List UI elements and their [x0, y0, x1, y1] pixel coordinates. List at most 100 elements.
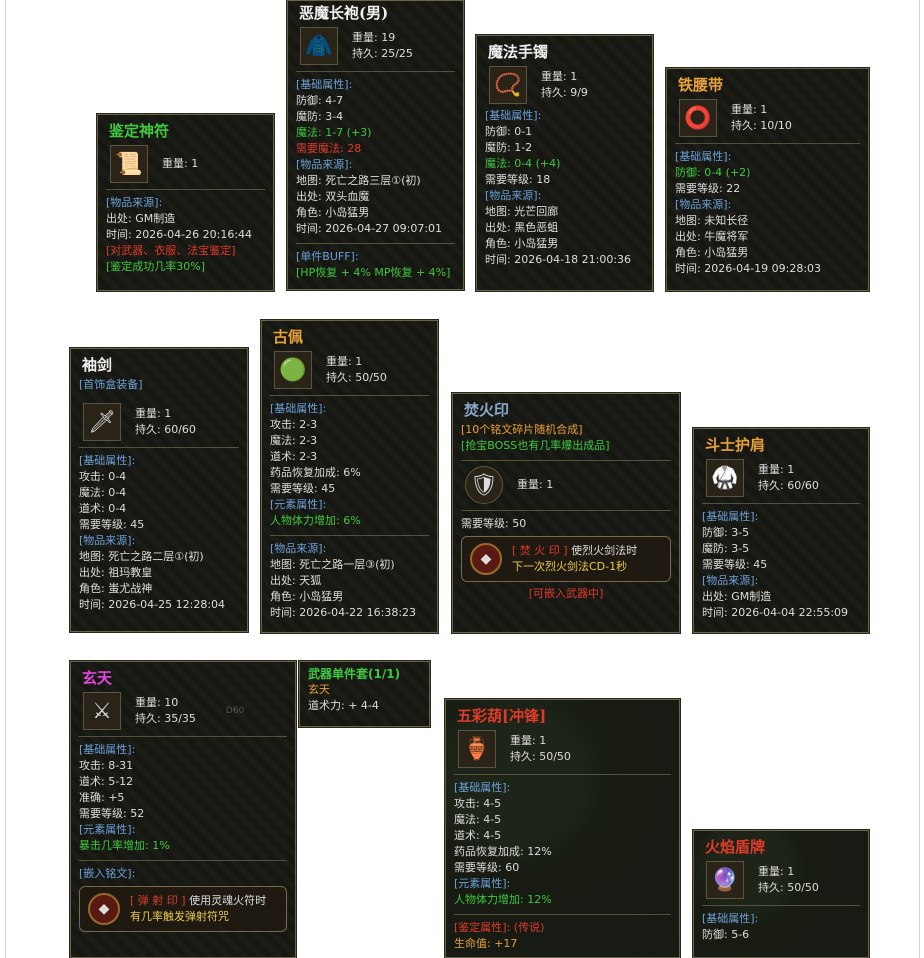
embed-note: [可嵌入武器中] — [528, 587, 604, 600]
item-title: 魔法手镯 — [488, 43, 549, 61]
base-header: [基础属性]: — [296, 78, 353, 91]
base-header: [基础属性]: — [702, 510, 759, 523]
stat-row: 防御: 5-6 — [702, 928, 750, 941]
stat-row: 攻击: 4-5 — [454, 797, 502, 810]
tooltip-doushi: 斗士护肩 🥋 重量: 1 持久: 60/60 [基础属性]: 防御: 3-5 魔… — [692, 427, 870, 634]
divider — [106, 189, 265, 190]
jade-pendant-icon: 🟢 — [274, 351, 312, 389]
durability-text: 持久: 60/60 — [758, 479, 819, 492]
stat-row: 防御: 0-4 (+2) — [675, 166, 751, 179]
weight-text: 重量: 1 — [758, 463, 795, 476]
stat-row: 药品恢复加成: 12% — [454, 845, 552, 858]
requirement-text: 需要等级: 22 — [675, 182, 741, 195]
buff-header: [单件BUFF]: — [296, 250, 359, 263]
skill-desc: 使烈火剑法时 — [571, 544, 638, 557]
weight-text: 重量: 1 — [731, 103, 768, 116]
weight-text: 重量: 1 — [326, 355, 363, 368]
element-header: [元素属性]: — [270, 498, 327, 511]
source-time: 时间: 2026-04-19 09:28:03 — [675, 262, 822, 275]
skill-box: ◆ [ 焚 火 印 ] 使烈火剑法时 下一次烈火剑法CD-1秒 — [461, 536, 671, 582]
stat-row: 魔防: 3-5 — [702, 542, 750, 555]
item-subtitle: [首饰盒装备] — [79, 378, 143, 391]
identify-header: [鉴定属性]: (传说) — [454, 921, 545, 934]
durability-text: 持久: 10/10 — [731, 119, 792, 132]
skill-name: [ 弹 射 印 ] — [130, 894, 186, 907]
divider — [675, 143, 860, 144]
base-header: [基础属性]: — [702, 912, 759, 925]
durability-text: 持久: 50/50 — [326, 371, 387, 384]
source-from: 出处: 天狐 — [270, 574, 322, 587]
source-role: 角色: 小岛猛男 — [675, 246, 749, 259]
stat-row: 魔法: 1-7 (+3) — [296, 126, 372, 139]
element-header: [元素属性]: — [79, 823, 136, 836]
divider — [296, 71, 455, 72]
talisman-icon: 📜 — [110, 145, 148, 183]
weight-text: 重量: 1 — [517, 478, 554, 491]
divider — [454, 774, 671, 775]
stat-row: 防御: 3-5 — [702, 526, 750, 539]
source-time: 时间: 2026-04-27 09:07:01 — [296, 222, 443, 235]
bounce-seal-icon: ◆ — [88, 893, 120, 925]
identify-stat: 生命值: +17 — [454, 937, 518, 950]
base-header: [基础属性]: — [485, 109, 542, 122]
stat-row: 魔法: 2-3 — [270, 434, 318, 447]
skill-name: [ 焚 火 印 ] — [512, 544, 568, 557]
stat-row: 防御: 0-1 — [485, 125, 533, 138]
sword-icon: ⚔ — [83, 692, 121, 730]
base-header: [基础属性]: — [454, 781, 511, 794]
background-label: D60 — [225, 706, 245, 716]
requirement-text: 需要等级: 50 — [461, 517, 527, 530]
source-from: 出处: 祖玛教皇 — [79, 566, 153, 579]
item-title: 焚火印 — [464, 401, 510, 419]
tooltip-jianding: 鉴定神符 📜 重量: 1 [物品来源]: 出处: GM制造 时间: 2026-0… — [96, 113, 275, 292]
gourd-icon: 🏺 — [458, 730, 496, 768]
stat-row: 攻击: 8-31 — [79, 759, 134, 772]
source-from: 出处: 黑色恶蛆 — [485, 221, 559, 234]
note-text: [对武器、衣服、法宝鉴定] — [106, 244, 236, 257]
divider — [702, 905, 860, 906]
note-text: [抢宝BOSS也有几率爆出成品] — [461, 439, 610, 452]
stat-row: 魔法: 0-4 — [79, 486, 127, 499]
element-header: [元素属性]: — [454, 877, 511, 890]
weight-text: 重量: 1 — [135, 407, 172, 420]
durability-text: 持久: 9/9 — [541, 86, 588, 99]
source-time: 时间: 2026-04-18 21:00:36 — [485, 253, 632, 266]
tooltip-emo: 恶魔长袍(男) 🧥 重量: 19 持久: 25/25 [基础属性]: 防御: 4… — [286, 0, 465, 291]
source-time: 时间: 2026-04-25 12:28:04 — [79, 598, 226, 611]
source-time: 时间: 2026-04-04 22:55:09 — [702, 606, 849, 619]
source-map: 地图: 死亡之路一层③(初) — [270, 558, 395, 571]
source-map: 地图: 未知长径 — [675, 214, 749, 227]
skill-box: ◆ [ 弹 射 印 ] 使用灵魂火符时 有几率触发弹射符咒 — [79, 886, 287, 932]
source-map: 地图: 死亡之路三层①(初) — [296, 174, 421, 187]
flame-shield-icon: 🔮 — [706, 861, 744, 899]
durability-text: 持久: 60/60 — [135, 423, 196, 436]
requirement-text: 需要等级: 18 — [485, 173, 551, 186]
divider — [79, 736, 287, 737]
source-header: [物品来源]: — [675, 198, 732, 211]
set-title: 武器单件套(1/1) — [308, 667, 401, 681]
stat-row: 魔法: 0-4 (+4) — [485, 157, 561, 170]
divider — [461, 460, 671, 461]
stat-row: 道术: 4-5 — [454, 829, 502, 842]
rune-seal-icon: 🛡 — [465, 466, 503, 504]
note-text: [鉴定成功几率30%] — [106, 260, 206, 273]
item-title: 铁腰带 — [678, 76, 724, 94]
stat-row: 魔法: 4-5 — [454, 813, 502, 826]
divider — [461, 510, 671, 511]
tooltip-fenhuo: 焚火印 [10个铭文碎片随机合成] [抢宝BOSS也有几率爆出成品] 🛡 重量:… — [451, 392, 681, 634]
requirement-text: 需要魔法: 28 — [296, 142, 362, 155]
skill-desc: 使用灵魂火符时 — [189, 894, 267, 907]
weight-text: 重量: 19 — [352, 31, 396, 44]
item-title: 玄天 — [82, 669, 113, 687]
tooltip-tieyao: 铁腰带 ⭕ 重量: 1 持久: 10/10 [基础属性]: 防御: 0-4 (+… — [665, 67, 870, 292]
source-role: 角色: 小岛猛男 — [485, 237, 559, 250]
left-border — [5, 0, 6, 958]
element-stat: 人物体力增加: 6% — [270, 514, 361, 527]
skill-desc: 下一次烈火剑法CD-1秒 — [512, 560, 628, 573]
divider — [270, 395, 429, 396]
item-title: 袖剑 — [82, 356, 113, 374]
source-role: 角色: 小岛猛男 — [296, 206, 370, 219]
item-title: 鉴定神符 — [109, 122, 170, 140]
source-from: 出处: GM制造 — [702, 590, 772, 603]
tooltip-wucai: 五彩葫[冲锋] 🏺 重量: 1 持久: 50/50 [基础属性]: 攻击: 4-… — [444, 698, 681, 958]
